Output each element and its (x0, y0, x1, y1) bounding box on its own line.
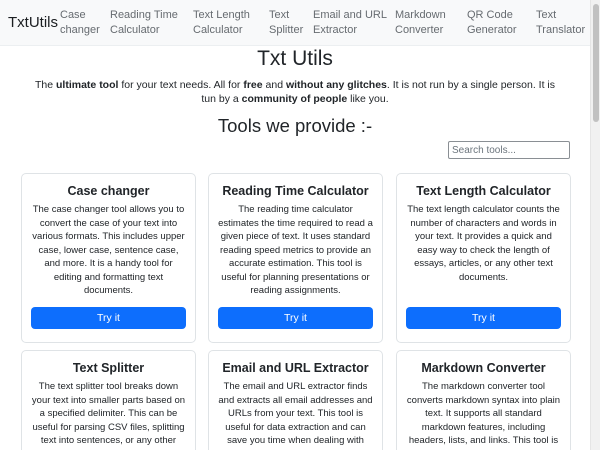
nav-link-case-changer[interactable]: Case changer (60, 8, 106, 38)
nav-link-text-translator[interactable]: Text Translator (536, 8, 585, 38)
card-text: The text length calculator counts the nu… (407, 204, 560, 283)
page-title: Txt Utils (257, 47, 333, 70)
card-title: Case changer (67, 184, 150, 198)
tool-card-markdown-converter: Markdown Converter The markdown converte… (396, 350, 571, 450)
tools-section-title: Tools we provide :- (217, 115, 373, 136)
card-title: Text Splitter (72, 361, 145, 375)
card-text: The markdown converter tool converts mar… (406, 381, 561, 446)
card-text: The text splitter tool breaks down your … (31, 381, 186, 446)
scrollbar-thumb[interactable] (593, 4, 599, 122)
try-it-button-text-length-calculator[interactable]: Try it (406, 307, 561, 329)
tool-card-case-changer: Case changer The case changer tool allow… (21, 173, 196, 343)
tool-card-text-splitter: Text Splitter The text splitter tool bre… (21, 350, 196, 450)
card-title: Email and URL Extractor (222, 361, 369, 375)
card-text: The case changer tool allows you to conv… (32, 204, 185, 296)
tool-card-email-url-extractor: Email and URL Extractor The email and UR… (208, 350, 383, 450)
try-it-button-case-changer[interactable]: Try it (31, 307, 186, 329)
nav-link-email-url-extractor[interactable]: Email and URL Extractor (313, 8, 387, 38)
card-title: Reading Time Calculator (222, 184, 369, 198)
nav-link-reading-time-calculator[interactable]: Reading Time Calculator (110, 8, 186, 38)
card-title: Text Length Calculator (416, 184, 551, 198)
card-text: The reading time calculator estimates th… (218, 204, 373, 296)
search-tools-input[interactable] (448, 141, 570, 159)
tool-card-reading-time-calculator: Reading Time Calculator The reading time… (208, 173, 383, 343)
intro-paragraph: The ultimate tool for your text needs. A… (35, 79, 555, 105)
nav-link-text-splitter[interactable]: Text Splitter (269, 8, 305, 38)
nav-link-text-length-calculator[interactable]: Text Length Calculator (193, 8, 257, 38)
tool-card-text-length-calculator: Text Length Calculator The text length c… (396, 173, 571, 343)
nav-link-markdown-converter[interactable]: Markdown Converter (395, 8, 455, 38)
navbar: TxtUtils Case changer Reading Time Calcu… (0, 0, 590, 46)
card-title: Markdown Converter (421, 361, 546, 375)
try-it-button-reading-time-calculator[interactable]: Try it (218, 307, 373, 329)
brand-link[interactable]: TxtUtils (8, 14, 58, 31)
nav-link-qr-code-generator[interactable]: QR Code Generator (467, 8, 525, 38)
card-text: The email and URL extractor finds and ex… (218, 381, 373, 446)
page-scrollbar[interactable] (590, 0, 600, 450)
